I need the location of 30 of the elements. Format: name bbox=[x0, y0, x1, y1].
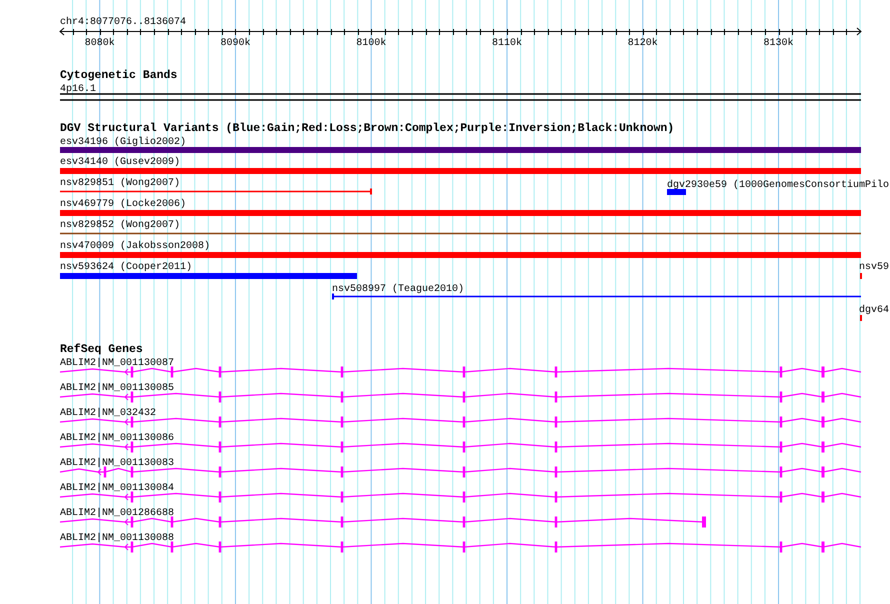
variant-label: esv34196 (Giglio2002) bbox=[60, 137, 186, 148]
tick-label: 8110k bbox=[492, 38, 522, 49]
variant-label: nsv829852 (Wong2007) bbox=[60, 220, 180, 231]
variant-label: nsv508997 (Teague2010) bbox=[332, 284, 464, 295]
variant-label: esv34140 (Gusev2009) bbox=[60, 157, 180, 168]
gene-label: ABLIM2|NM_001130088 bbox=[60, 533, 174, 544]
variant-label: dgv64 bbox=[859, 305, 890, 316]
gene-label: ABLIM2|NM_001286688 bbox=[60, 508, 174, 519]
track-title: DGV Structural Variants (Blue:Gain;Red:Loss;Brown:Complex;Purple:Inversion;Black:Unknown) bbox=[60, 122, 674, 135]
region-label: chr4:8077076..8136074 bbox=[60, 17, 186, 28]
variant-label: nsv469779 (Locke2006) bbox=[60, 199, 186, 210]
tick-label: 8090k bbox=[220, 38, 250, 49]
tick-label: 8100k bbox=[356, 38, 386, 49]
tick-label: 8080k bbox=[84, 38, 115, 49]
gene-label: ABLIM2|NM_001130087 bbox=[60, 358, 174, 369]
variant-label: dgv2930e59 (1000GenomesConsortiumPilo bbox=[667, 180, 890, 191]
variant-label: nsv829851 (Wong2007) bbox=[60, 178, 180, 189]
tick-label: 8130k bbox=[764, 38, 794, 49]
gene-label: ABLIM2|NM_001130085 bbox=[60, 383, 174, 394]
gene-label: ABLIM2|NM_001130084 bbox=[60, 483, 174, 494]
tick-label: 8120k bbox=[628, 38, 658, 49]
variant-label: nsv470009 (Jakobsson2008) bbox=[60, 241, 210, 252]
variant-label: nsv593624 (Cooper2011) bbox=[60, 262, 192, 273]
track-title: Cytogenetic Bands bbox=[60, 69, 178, 82]
variant-label: nsv59 bbox=[859, 262, 890, 273]
track-title: RefSeq Genes bbox=[60, 343, 143, 356]
gene-label: ABLIM2|NM_032432 bbox=[60, 408, 156, 419]
gene-label: ABLIM2|NM_001130086 bbox=[60, 433, 174, 444]
gene-label: ABLIM2|NM_001130083 bbox=[60, 458, 174, 469]
band-label: 4p16.1 bbox=[60, 84, 96, 95]
